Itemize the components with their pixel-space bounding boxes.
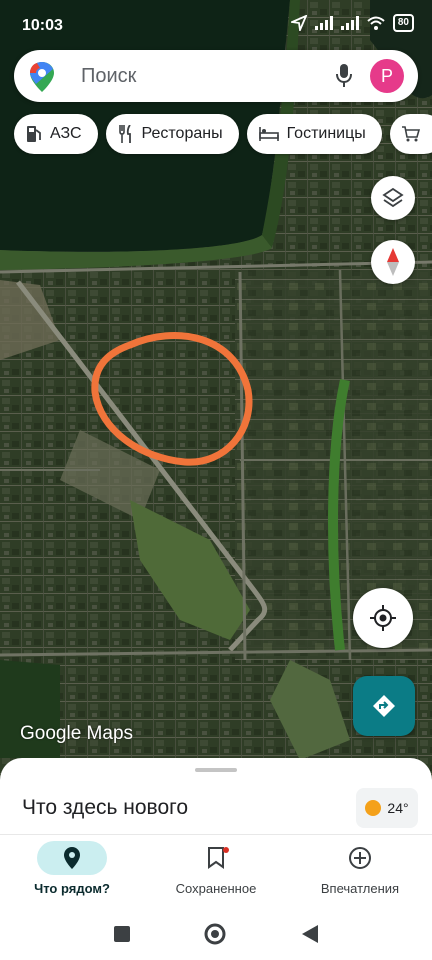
nav-explore[interactable]: Что рядом? xyxy=(7,841,137,896)
sheet-drag-handle[interactable] xyxy=(195,768,237,772)
chip-gas[interactable]: АЗС xyxy=(14,114,98,154)
nav-label: Сохраненное xyxy=(175,881,257,896)
weather-temp: 24° xyxy=(387,800,409,816)
nav-saved[interactable]: Сохраненное xyxy=(151,841,281,896)
sun-icon xyxy=(365,800,382,816)
microphone-icon[interactable] xyxy=(336,64,352,88)
signal-icon xyxy=(314,16,333,30)
weather-badge[interactable]: 24° xyxy=(356,788,418,828)
sheet-title: Что здесь нового xyxy=(22,796,189,819)
nav-label: Впечатления xyxy=(320,881,400,896)
chip-label: Гостиницы xyxy=(286,125,366,142)
compass-icon xyxy=(387,248,399,276)
location-pin-icon xyxy=(64,847,80,869)
compass-button[interactable] xyxy=(371,240,415,284)
square-icon[interactable] xyxy=(114,926,130,942)
home-circle-icon[interactable] xyxy=(204,923,226,945)
directions-button[interactable] xyxy=(353,676,415,736)
layers-icon xyxy=(382,187,404,208)
restaurant-icon xyxy=(118,125,131,143)
search-bar[interactable]: Поиск P xyxy=(14,50,418,102)
chip-label: АЗС xyxy=(50,125,82,142)
nav-contribute[interactable]: Впечатления xyxy=(295,841,425,896)
google-maps-pin-icon xyxy=(30,62,54,92)
bookmark-icon xyxy=(208,847,224,869)
chip-restaurants[interactable]: Рестораны xyxy=(105,114,239,154)
back-triangle-icon[interactable] xyxy=(302,925,318,943)
layers-button[interactable] xyxy=(371,176,415,220)
google-maps-logo: Google Maps xyxy=(20,723,134,744)
directions-icon xyxy=(373,695,395,717)
nav-label: Что рядом? xyxy=(34,881,110,896)
status-bar: 10:03 80 xyxy=(0,0,432,50)
bottom-navigation: Что рядом? Сохраненное Впечатления xyxy=(0,834,432,911)
chip-hotels[interactable]: Гостиницы xyxy=(246,114,382,154)
wifi-icon xyxy=(367,16,385,30)
hotel-icon xyxy=(258,127,279,141)
signal-icon-2 xyxy=(340,16,359,30)
chip-shopping[interactable] xyxy=(389,114,432,154)
clock: 10:03 xyxy=(22,17,63,34)
my-location-button[interactable] xyxy=(353,588,413,648)
shopping-cart-icon xyxy=(401,126,420,142)
gas-station-icon xyxy=(27,126,41,142)
add-circle-icon xyxy=(349,847,371,869)
notification-dot xyxy=(223,847,229,853)
system-navigation xyxy=(0,910,432,960)
battery-indicator: 80 xyxy=(392,14,414,32)
category-chips: АЗС Рестораны Гостиницы xyxy=(14,114,432,156)
chip-label: Рестораны xyxy=(141,125,223,142)
account-avatar[interactable]: P xyxy=(370,59,404,93)
my-location-icon xyxy=(370,605,396,631)
location-arrow-icon xyxy=(290,15,307,31)
search-input[interactable]: Поиск xyxy=(81,65,136,88)
